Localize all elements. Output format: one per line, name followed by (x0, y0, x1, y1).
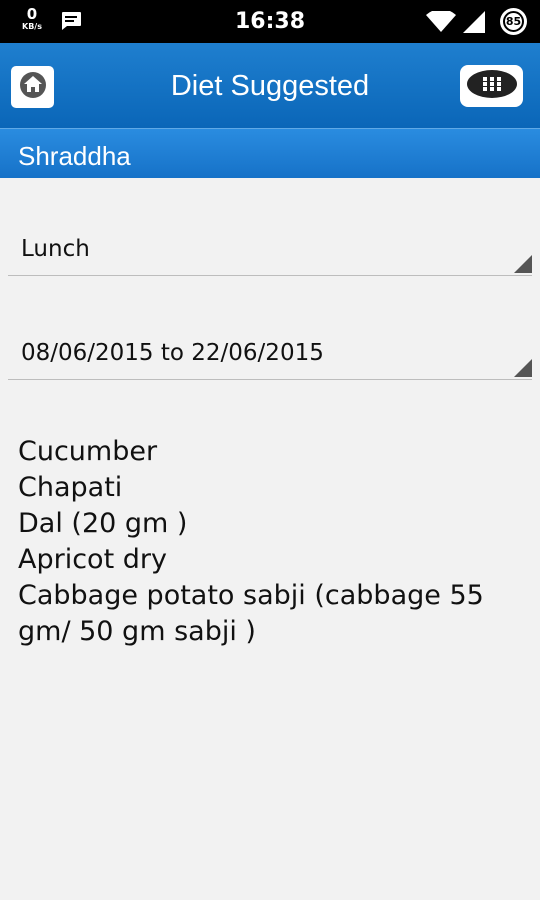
wifi-icon (426, 9, 456, 37)
patient-name: Shraddha (18, 141, 131, 171)
status-bar: 0 KB/s 16:38 85 (0, 0, 540, 43)
action-bar: Diet Suggested (0, 43, 540, 128)
diet-item: Apricot dry (18, 544, 167, 575)
page-title: Diet Suggested (170, 70, 370, 102)
grid-menu-icon (466, 69, 518, 103)
battery-icon: 85 (500, 8, 527, 35)
meal-type-spinner[interactable]: Lunch (8, 226, 532, 276)
date-range-spinner[interactable]: 08/06/2015 to 22/06/2015 (8, 330, 532, 380)
meal-type-value: Lunch (21, 236, 90, 262)
diet-item: Cabbage potato sabji (cabbage 55 gm/ 50 … (18, 580, 484, 647)
dropdown-arrow-icon (514, 255, 532, 273)
diet-item: Dal (20 gm ) (18, 508, 188, 539)
clock: 16:38 (234, 9, 306, 34)
diet-list: Cucumber Chapati Dal (20 gm ) Apricot dr… (18, 434, 518, 650)
signal-icon (463, 11, 487, 37)
battery-level: 85 (503, 11, 524, 32)
diet-item: Cucumber (18, 436, 158, 467)
menu-button[interactable] (460, 65, 523, 107)
date-range-value: 08/06/2015 to 22/06/2015 (21, 340, 324, 366)
diet-item: Chapati (18, 472, 123, 503)
dropdown-arrow-icon (514, 359, 532, 377)
patient-name-bar: Shraddha (0, 128, 540, 178)
